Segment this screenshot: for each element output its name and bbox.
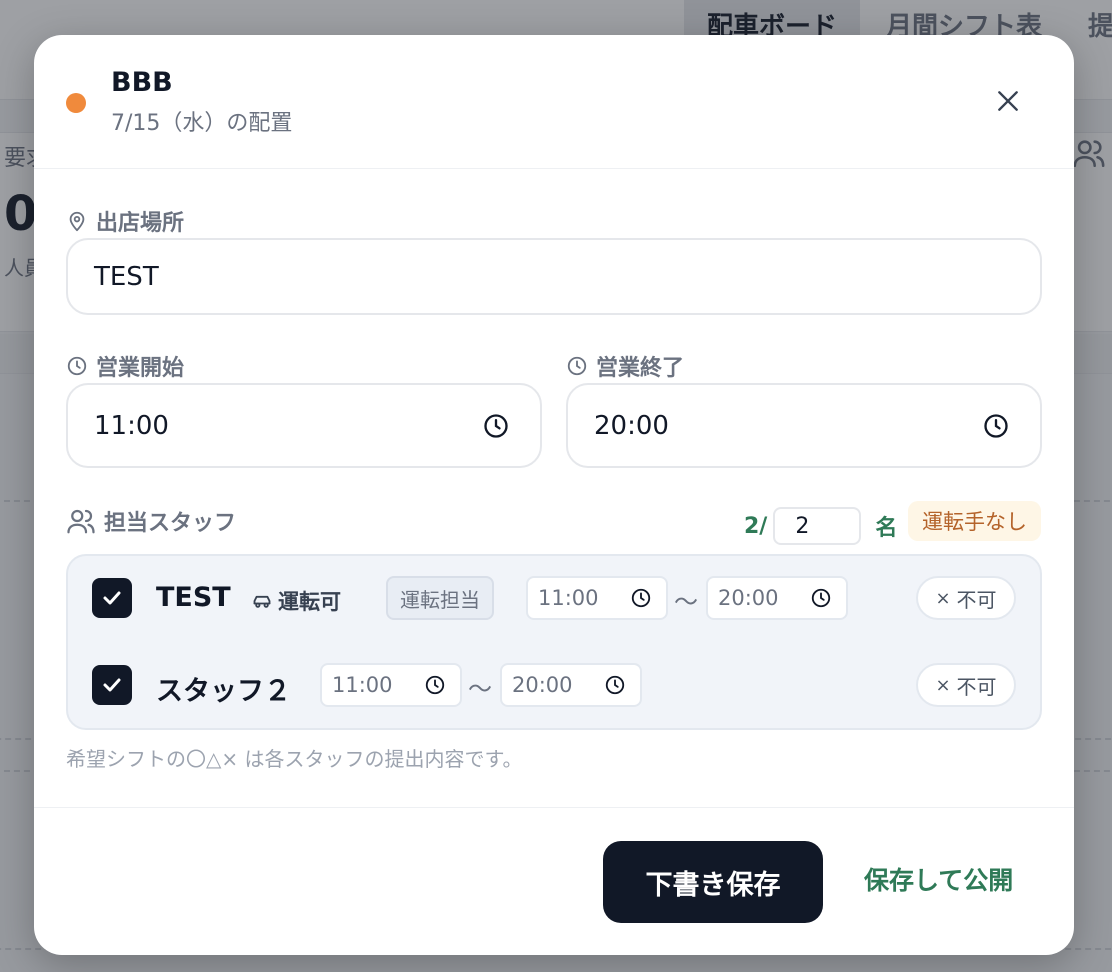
- check-icon: [103, 678, 121, 692]
- shift-hint-text: 希望シフトの〇△× は各スタッフの提出内容です。: [66, 747, 523, 771]
- x-icon: ×: [935, 587, 951, 609]
- business-end-label: 営業終了: [566, 350, 684, 382]
- unavailable-button-label: 不可: [956, 587, 997, 612]
- staff-start-time[interactable]: 11:00: [526, 576, 668, 620]
- assignment-modal: BBB 7/15（水）の配置 出店場所 TEST 営業開始 11:00 営業終了…: [34, 35, 1074, 955]
- business-end-value: 20:00: [594, 410, 669, 441]
- business-start-input[interactable]: 11:00: [66, 383, 542, 468]
- staff-end-time-value: 20:00: [718, 586, 779, 610]
- users-icon: [67, 509, 95, 534]
- map-pin-icon: [69, 211, 85, 232]
- clock-icon: [67, 356, 87, 376]
- location-input[interactable]: TEST: [66, 238, 1042, 315]
- time-range-separator: 〜: [674, 588, 698, 616]
- modal-header: BBB 7/15（水）の配置: [34, 35, 1074, 169]
- staff-end-time[interactable]: 20:00: [706, 576, 848, 620]
- x-icon: ×: [935, 674, 951, 696]
- close-button[interactable]: [990, 83, 1026, 119]
- staff-list: TEST 運転可 運転担当 11:00 〜 20:00 × 不可 スタッフ２ 1…: [66, 554, 1042, 730]
- staff-count: 2/ 2 名: [744, 507, 897, 545]
- required-staff-input[interactable]: 2: [773, 507, 862, 545]
- modal-subtitle: 7/15（水）の配置: [111, 111, 293, 136]
- unavailable-button-label: 不可: [956, 674, 997, 699]
- modal-title: BBB: [111, 67, 173, 98]
- clock-icon[interactable]: [482, 412, 510, 440]
- staff-start-time-value: 11:00: [332, 673, 393, 697]
- location-label-text: 出店場所: [96, 211, 185, 236]
- business-start-value: 11:00: [94, 410, 169, 441]
- no-driver-badge: 運転手なし: [908, 501, 1041, 541]
- staff-checkbox[interactable]: [92, 578, 132, 618]
- clock-icon: [631, 588, 651, 608]
- business-end-label-text: 営業終了: [596, 356, 685, 381]
- location-label: 出店場所: [66, 205, 184, 237]
- staff-count-unit: 名: [875, 516, 898, 541]
- footer-divider: [34, 807, 1074, 808]
- car-icon: [253, 595, 271, 608]
- business-end-input[interactable]: 20:00: [566, 383, 1042, 468]
- business-start-label-text: 営業開始: [96, 356, 185, 381]
- staff-name: スタッフ２: [156, 676, 291, 707]
- save-draft-button[interactable]: 下書き保存: [603, 841, 823, 923]
- close-icon: [998, 91, 1018, 111]
- staff-name: TEST: [156, 582, 231, 613]
- location-input-value: TEST: [94, 261, 159, 292]
- staff-end-time-value: 20:00: [512, 673, 573, 697]
- save-and-publish-button[interactable]: 保存して公開: [864, 861, 1013, 897]
- staff-assigned-count: 2/: [744, 513, 768, 539]
- staff-label-text: 担当スタッフ: [104, 511, 237, 536]
- staff-label: 担当スタッフ: [66, 505, 236, 537]
- driver-ok-label: 運転可: [252, 586, 341, 616]
- clock-icon: [605, 675, 625, 695]
- staff-start-time[interactable]: 11:00: [320, 663, 462, 707]
- time-range-separator: 〜: [468, 675, 492, 703]
- driver-ok-text: 運転可: [278, 590, 341, 614]
- staff-end-time[interactable]: 20:00: [500, 663, 642, 707]
- unavailable-button[interactable]: × 不可: [916, 663, 1016, 707]
- staff-start-time-value: 11:00: [538, 586, 599, 610]
- clock-icon: [811, 588, 831, 608]
- check-icon: [103, 591, 121, 605]
- staff-checkbox[interactable]: [92, 665, 132, 705]
- business-start-label: 営業開始: [66, 350, 184, 382]
- status-dot: [66, 93, 86, 113]
- clock-icon: [425, 675, 445, 695]
- clock-icon: [567, 356, 587, 376]
- unavailable-button[interactable]: × 不可: [916, 576, 1016, 620]
- required-staff-value: 2: [795, 513, 810, 539]
- clock-icon[interactable]: [982, 412, 1010, 440]
- driver-role-chip[interactable]: 運転担当: [386, 576, 494, 620]
